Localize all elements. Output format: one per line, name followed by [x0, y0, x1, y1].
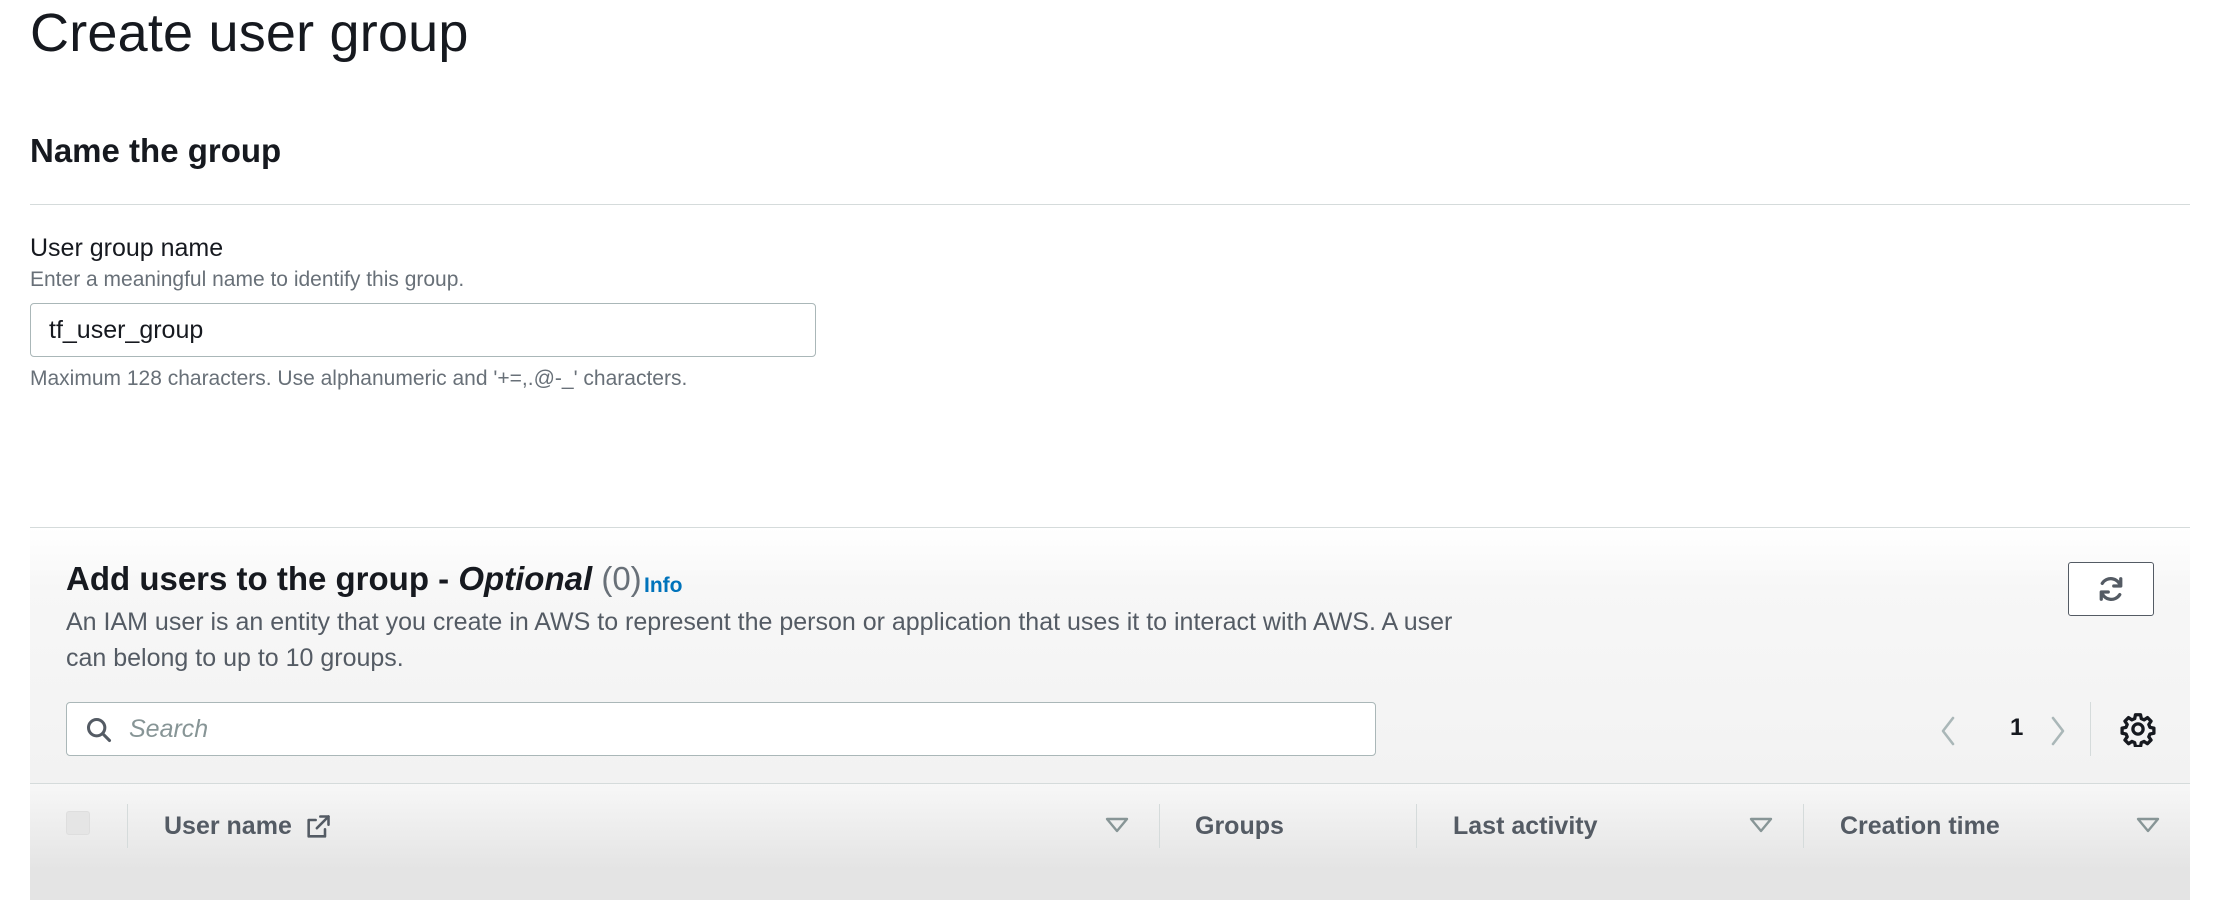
chevron-left-icon[interactable]	[1934, 714, 1964, 748]
add-users-title-text: Add users to the group -	[66, 560, 459, 597]
column-header-user-name[interactable]: User name	[164, 812, 292, 841]
caret-down-icon[interactable]	[2135, 816, 2161, 834]
caret-down-icon[interactable]	[1104, 816, 1130, 834]
column-divider	[1416, 804, 1417, 848]
page-title: Create user group	[30, 3, 469, 63]
column-header-creation-time[interactable]: Creation time	[1840, 812, 2000, 841]
column-header-last-activity[interactable]: Last activity	[1453, 812, 1598, 841]
user-group-name-constraint: Maximum 128 characters. Use alphanumeric…	[30, 367, 688, 390]
column-header-groups[interactable]: Groups	[1195, 812, 1284, 841]
add-users-description: An IAM user is an entity that you create…	[66, 608, 1453, 672]
search-input[interactable]	[127, 703, 1361, 756]
refresh-icon	[2099, 577, 2123, 601]
chevron-right-icon[interactable]	[2042, 714, 2072, 748]
search-icon	[86, 717, 112, 743]
users-count: (0)	[601, 560, 642, 597]
section-divider	[30, 204, 2190, 205]
external-link-icon[interactable]	[304, 813, 332, 841]
add-users-panel: Add users to the group - Optional (0) In…	[30, 527, 2190, 900]
user-group-name-input[interactable]	[30, 303, 816, 357]
select-all-checkbox[interactable]	[66, 811, 90, 835]
pagination-current-page[interactable]: 1	[2010, 714, 2023, 742]
column-divider	[1159, 804, 1160, 848]
column-divider	[127, 804, 128, 848]
section-title-name-group: Name the group	[30, 132, 282, 169]
user-group-name-label: User group name	[30, 234, 224, 262]
optional-label: Optional	[458, 560, 593, 597]
refresh-button[interactable]	[2068, 562, 2154, 616]
column-divider	[1803, 804, 1804, 848]
info-link[interactable]: Info	[644, 574, 682, 598]
search-box[interactable]	[66, 702, 1376, 756]
add-users-title: Add users to the group - Optional (0)	[66, 560, 642, 598]
user-group-name-description: Enter a meaningful name to identify this…	[30, 268, 465, 291]
pagination-divider	[2090, 702, 2091, 756]
users-table-header: User name Groups Last activity Creation …	[30, 783, 2190, 900]
gear-icon[interactable]	[2120, 711, 2156, 747]
caret-down-icon[interactable]	[1748, 816, 1774, 834]
